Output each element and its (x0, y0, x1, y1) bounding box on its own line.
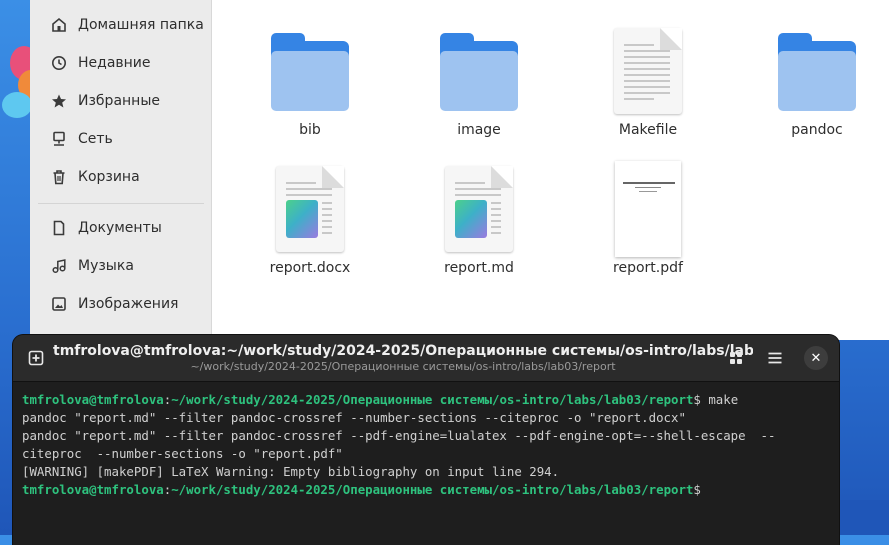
sidebar-item-label: Недавние (78, 55, 151, 71)
sidebar-item-label: Корзина (78, 169, 140, 185)
prompt-path: ~/work/study/2024-2025/Операционные сист… (171, 482, 694, 497)
hamburger-menu-icon (768, 352, 782, 364)
text-file-icon (614, 28, 682, 114)
folder-icon (778, 31, 856, 111)
network-icon (50, 130, 68, 148)
document-file-icon (276, 166, 344, 252)
terminal-title: tmfrolova@tmfrolova:~/work/study/2024-20… (53, 343, 753, 359)
file-name: image (457, 122, 501, 138)
file-item-pandoc[interactable]: pandoc (742, 26, 889, 138)
close-icon: ✕ (810, 350, 822, 366)
sidebar-item-pictures[interactable]: Изображения (38, 287, 204, 321)
menu-button[interactable] (762, 345, 788, 371)
sidebar-item-network[interactable]: Сеть (38, 122, 204, 156)
file-item-image[interactable]: image (404, 26, 554, 138)
sidebar: Домашняя папка Недавние Избранные Сеть К… (30, 0, 212, 340)
terminal-line: pandoc "report.md" --filter pandoc-cross… (22, 428, 776, 443)
terminal-command: make (700, 392, 739, 407)
folder-icon (271, 31, 349, 111)
new-tab-button[interactable] (23, 345, 49, 371)
music-icon (50, 257, 68, 275)
sidebar-item-starred[interactable]: Избранные (38, 84, 204, 118)
sidebar-item-label: Избранные (78, 93, 160, 109)
sidebar-item-trash[interactable]: Корзина (38, 160, 204, 194)
clock-icon (50, 54, 68, 72)
terminal-line: [WARNING] [makePDF] LaTeX Warning: Empty… (22, 464, 560, 479)
terminal-header: tmfrolova@tmfrolova:~/work/study/2024-20… (13, 335, 839, 382)
sidebar-item-music[interactable]: Музыка (38, 249, 204, 283)
file-item-report-md[interactable]: report.md (404, 164, 554, 276)
sidebar-item-recent[interactable]: Недавние (38, 46, 204, 80)
sidebar-divider (38, 203, 204, 204)
terminal-line: tmfrolova@tmfrolova:~/work/study/2024-20… (22, 481, 834, 499)
file-manager-window: Домашняя папка Недавние Избранные Сеть К… (30, 0, 889, 340)
grid-icon (730, 352, 742, 364)
image-icon (50, 295, 68, 313)
prompt-user: tmfrolova@tmfrolova (22, 482, 164, 497)
terminal-line: tmfrolova@tmfrolova:~/work/study/2024-20… (22, 391, 834, 409)
close-button[interactable]: ✕ (804, 346, 828, 370)
balloon-decoration (2, 92, 30, 118)
file-item-makefile[interactable]: Makefile (573, 26, 723, 138)
sidebar-item-home[interactable]: Домашняя папка (38, 8, 204, 42)
home-icon (50, 16, 68, 34)
prompt-user: tmfrolova@tmfrolova (22, 392, 164, 407)
file-item-bib[interactable]: bib (235, 26, 385, 138)
prompt-path: ~/work/study/2024-2025/Операционные сист… (171, 392, 694, 407)
sidebar-item-label: Сеть (78, 131, 113, 147)
terminal-output[interactable]: tmfrolova@tmfrolova:~/work/study/2024-20… (22, 391, 834, 499)
file-name: pandoc (791, 122, 843, 138)
new-tab-icon (28, 350, 44, 366)
sidebar-item-label: Домашняя папка (78, 17, 204, 33)
folder-icon (440, 31, 518, 111)
file-item-report-pdf[interactable]: report.pdf (573, 161, 723, 276)
prompt-dollar: $ (693, 482, 701, 497)
file-item-report-docx[interactable]: report.docx (235, 164, 385, 276)
terminal-line: pandoc "report.md" --filter pandoc-cross… (22, 410, 686, 425)
terminal-window: tmfrolova@tmfrolova:~/work/study/2024-20… (13, 335, 839, 545)
prompt-dollar: $ (693, 392, 701, 407)
document-file-icon (445, 166, 513, 252)
sidebar-item-documents[interactable]: Документы (38, 211, 204, 245)
pdf-thumbnail-icon (615, 161, 681, 257)
tab-overview-button[interactable] (723, 345, 749, 371)
file-name: report.docx (269, 260, 351, 276)
terminal-subtitle: ~/work/study/2024-2025/Операционные сист… (190, 360, 616, 373)
trash-icon (50, 168, 68, 186)
sidebar-item-label: Документы (78, 220, 162, 236)
star-icon (50, 92, 68, 110)
file-name: bib (299, 122, 321, 138)
file-name: report.md (444, 260, 514, 276)
sidebar-item-label: Изображения (78, 296, 179, 312)
terminal-line: citeproc --number-sections -o "report.pd… (22, 446, 343, 461)
file-name: report.pdf (613, 260, 683, 276)
sidebar-item-label: Музыка (78, 258, 134, 274)
file-name: Makefile (618, 122, 678, 138)
document-icon (50, 219, 68, 237)
